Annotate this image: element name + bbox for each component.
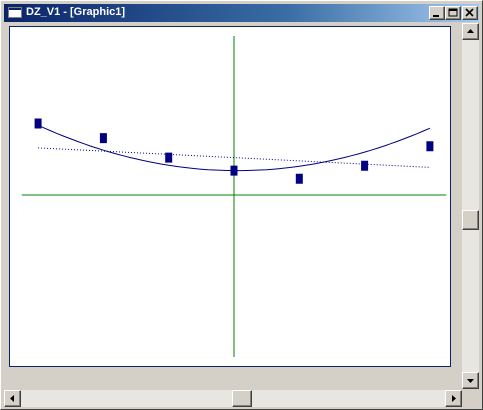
graphic-canvas[interactable] (9, 26, 451, 367)
scroll-up-button[interactable] (462, 23, 479, 40)
document-area (4, 23, 461, 389)
arrow-left-icon (10, 395, 14, 402)
size-grip (462, 390, 479, 407)
minimize-icon (433, 15, 439, 17)
data-point (426, 141, 434, 152)
data-point (165, 152, 173, 163)
close-icon (465, 8, 474, 17)
horizontal-scrollbar[interactable] (4, 390, 462, 407)
app-window-icon[interactable] (8, 7, 22, 18)
vertical-scroll-thumb[interactable] (462, 210, 479, 230)
plot-svg (21, 36, 447, 357)
data-point (361, 160, 369, 171)
arrow-down-icon (467, 379, 474, 383)
data-point (295, 173, 303, 184)
window-title: DZ_V1 - [Graphic1] (26, 6, 126, 18)
scroll-right-button[interactable] (445, 390, 462, 407)
arrow-up-icon (467, 29, 474, 33)
maximize-button[interactable] (445, 6, 461, 20)
scroll-left-button[interactable] (4, 390, 21, 407)
title-bar[interactable]: DZ_V1 - [Graphic1] (4, 4, 479, 22)
data-point (99, 133, 107, 144)
data-point (230, 165, 238, 176)
horizontal-scroll-thumb[interactable] (232, 390, 252, 407)
data-point (34, 118, 42, 129)
vertical-scrollbar[interactable] (462, 23, 479, 389)
minimize-button[interactable] (429, 6, 445, 20)
close-button[interactable] (462, 6, 478, 20)
maximize-icon (448, 8, 458, 17)
scroll-down-button[interactable] (462, 372, 479, 389)
main-window: DZ_V1 - [Graphic1] (0, 0, 483, 410)
arrow-right-icon (452, 395, 456, 402)
